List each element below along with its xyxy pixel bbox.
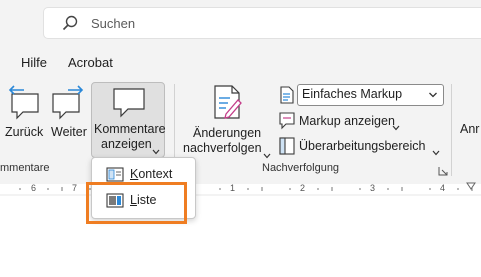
next-group-partial-label: Anr bbox=[460, 122, 480, 136]
search-icon bbox=[62, 15, 78, 36]
show-markup-icon bbox=[279, 112, 295, 135]
previous-comment-icon bbox=[7, 84, 43, 125]
show-markup-label: Markup anzeigen bbox=[299, 114, 395, 128]
next-comment-label: Weiter bbox=[51, 125, 87, 139]
ribbon-tabs: Hilfe Acrobat bbox=[0, 46, 481, 78]
previous-comment-label: Zurück bbox=[5, 125, 44, 139]
search-placeholder: Suchen bbox=[91, 16, 136, 31]
track-changes-label-line2: nachverfolgen bbox=[183, 141, 262, 155]
markup-display-value: Einfaches Markup bbox=[302, 87, 403, 101]
group-separator bbox=[451, 84, 452, 176]
ruler-label: 1 bbox=[230, 183, 236, 193]
track-changes-icon bbox=[212, 84, 244, 125]
ruler-label: 4 bbox=[440, 183, 446, 193]
track-changes-button[interactable]: Änderungen nachverfolgen bbox=[180, 82, 272, 159]
review-pane-icon bbox=[279, 137, 295, 160]
dialog-launcher-icon[interactable] bbox=[438, 163, 448, 181]
next-comment-button[interactable]: Weiter bbox=[48, 82, 88, 158]
previous-comment-button[interactable]: Zurück bbox=[3, 82, 45, 158]
search-box[interactable]: Suchen bbox=[43, 7, 481, 39]
review-pane-label: Überarbeitungsbereich bbox=[299, 139, 426, 153]
show-comments-label-line2: anzeigen bbox=[101, 137, 152, 151]
ruler-label: 2 bbox=[300, 183, 306, 193]
chevron-down-icon bbox=[432, 143, 440, 161]
title-bar: Suchen bbox=[0, 0, 481, 46]
markup-display-icon bbox=[279, 86, 295, 109]
track-changes-label-line1: Änderungen bbox=[193, 126, 262, 140]
tab-hilfe[interactable]: Hilfe bbox=[21, 55, 47, 70]
ruler-label: 7 bbox=[72, 183, 78, 193]
comment-icon bbox=[112, 87, 146, 124]
review-pane-button[interactable]: Überarbeitungsbereich bbox=[277, 136, 442, 156]
chevron-down-icon bbox=[428, 88, 438, 107]
tracking-group-label: Nachverfolgung bbox=[262, 162, 340, 174]
highlight-box bbox=[86, 182, 187, 224]
ruler-label: 6 bbox=[31, 183, 37, 193]
ruler-label: 3 bbox=[370, 183, 376, 193]
next-comment-icon bbox=[50, 84, 86, 125]
markup-display-select[interactable]: Einfaches Markup bbox=[297, 84, 444, 106]
comments-group-label: mmentare bbox=[0, 162, 50, 174]
chevron-down-icon bbox=[392, 118, 400, 136]
horizontal-ruler: 6 7 1 2 3 4 bbox=[0, 182, 481, 196]
ribbon-panel: Zurück Weiter Kommentare anzeigen mmenta… bbox=[0, 78, 481, 183]
tab-acrobat[interactable]: Acrobat bbox=[68, 55, 113, 70]
show-comments-button[interactable]: Kommentare anzeigen bbox=[91, 82, 166, 158]
menu-item-label: Kontext bbox=[130, 167, 173, 181]
show-markup-button[interactable]: Markup anzeigen bbox=[277, 111, 407, 131]
show-comments-label-line1: Kommentare bbox=[94, 122, 166, 136]
